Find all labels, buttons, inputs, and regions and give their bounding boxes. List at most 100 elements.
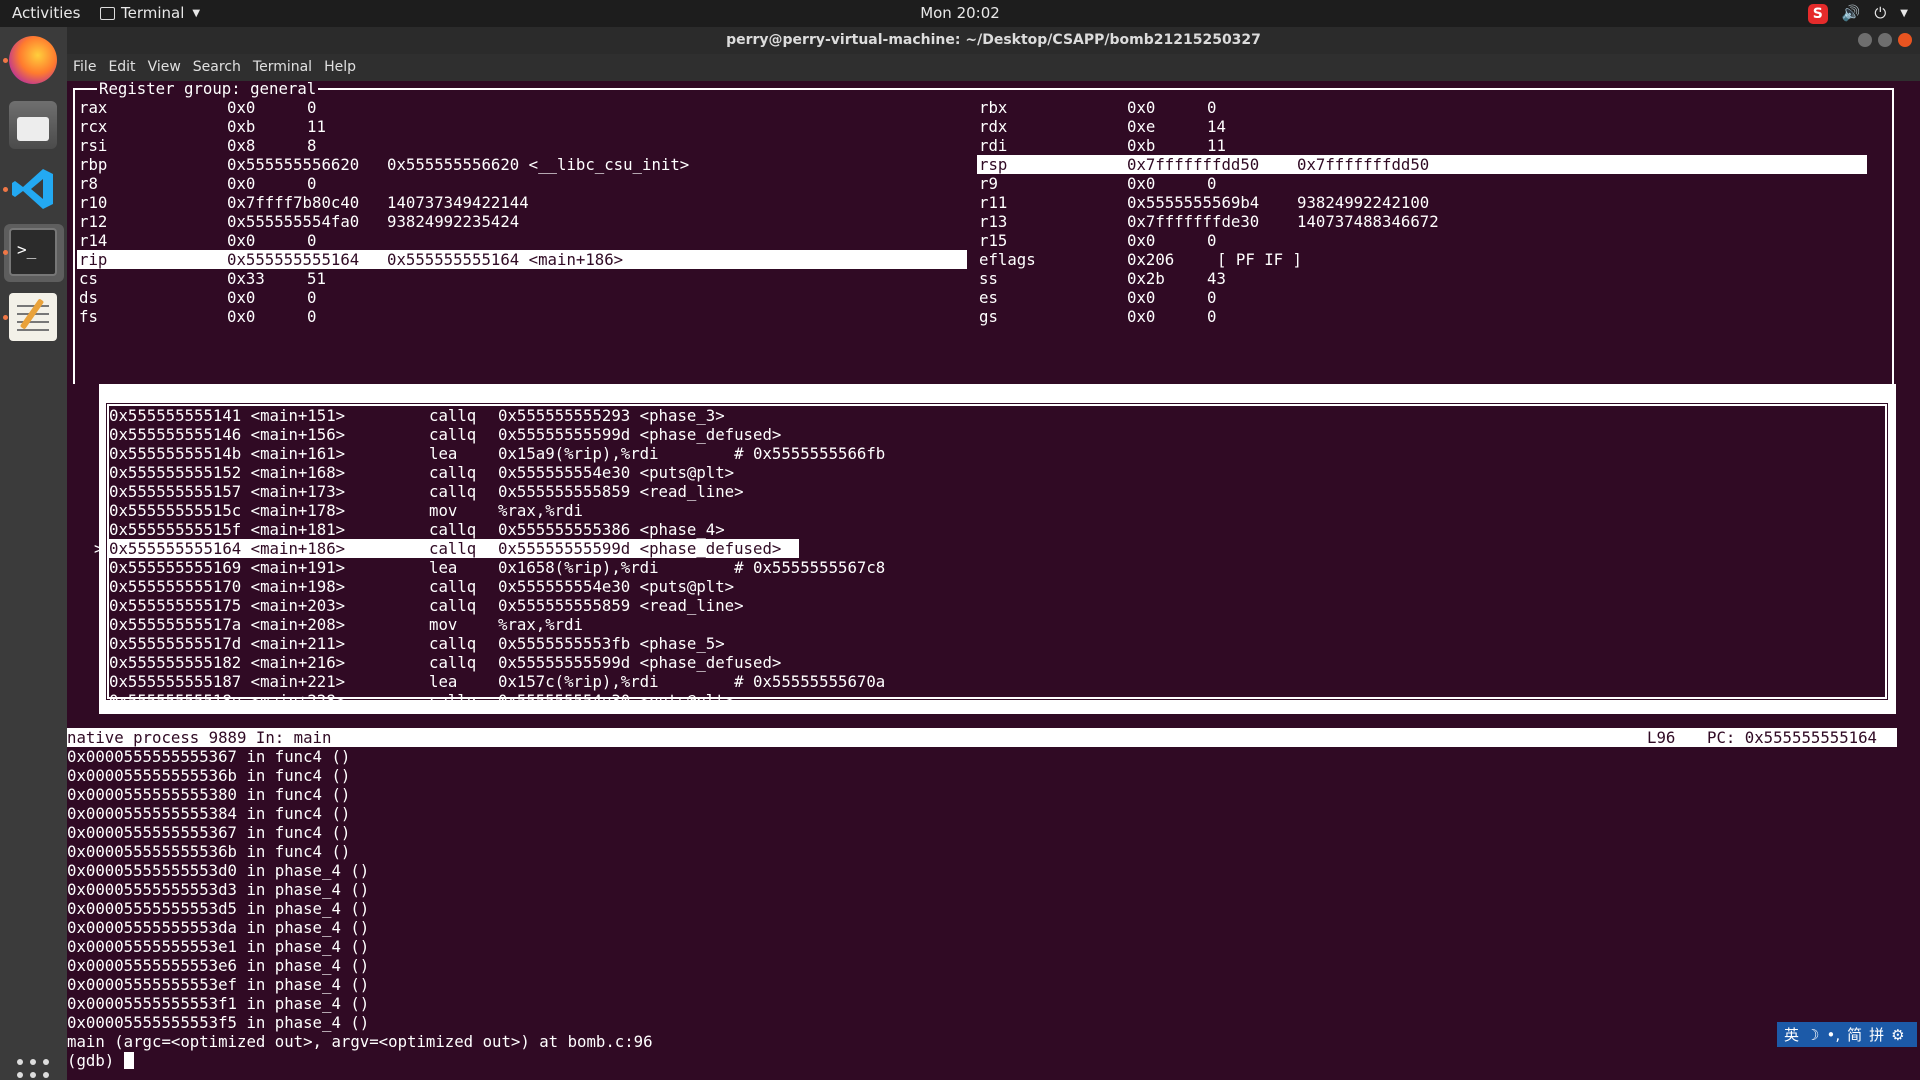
register-name: rdx: [979, 117, 1008, 136]
asm-op: callq: [429, 406, 477, 425]
asm-op: mov: [429, 501, 458, 520]
menu-terminal[interactable]: Terminal: [253, 54, 312, 81]
files-icon[interactable]: [9, 101, 57, 149]
register-hex: 0xb: [1127, 136, 1156, 155]
ime-toolbar[interactable]: 英 ☽ •, 简 拼 ⚙: [1777, 1022, 1917, 1047]
chevron-down-icon[interactable]: ▼: [1900, 0, 1908, 27]
register-name: r8: [79, 174, 98, 193]
register-val: 0: [1207, 231, 1217, 250]
console-line: main (argc=<optimized out>, argv=<optimi…: [67, 1032, 653, 1051]
ime-punct-icon[interactable]: •,: [1826, 1026, 1840, 1044]
console-line: 0x0000555555555384 in func4 (): [67, 804, 351, 823]
asm-line: 0x55555555517d <main+211> callq 0x55555555…: [107, 634, 1877, 653]
close-button[interactable]: [1898, 33, 1912, 47]
register-row-rsp: rsp 0x7fffffffdd50 0x7fffffffdd50: [977, 155, 1867, 174]
register-row-r15: r15 0x0 0: [977, 231, 1867, 250]
register-name: rip: [79, 250, 108, 269]
register-row-ds: ds 0x0 0: [77, 288, 967, 307]
console-line: 0x00005555555553d0 in phase_4 (): [67, 861, 370, 880]
register-row-gs: gs 0x0 0: [977, 307, 1867, 326]
register-name: rbp: [79, 155, 108, 174]
activities-button[interactable]: Activities: [12, 0, 80, 27]
register-hex: 0x0: [1127, 307, 1156, 326]
clock[interactable]: Mon 20:02: [920, 4, 1000, 22]
asm-args: 0x555555555293 <phase_3>: [498, 406, 725, 425]
register-row-rip: rip 0x555555555164 0x555555555164 <main+18…: [77, 250, 967, 269]
register-hex: 0x0: [1127, 98, 1156, 117]
running-indicator: [3, 187, 8, 192]
vscode-icon[interactable]: [9, 165, 57, 213]
console-line: 0x00005555555553f1 in phase_4 (): [67, 994, 370, 1013]
register-val: 11: [307, 117, 326, 136]
asm-line: 0x555555555175 <main+203> callq 0x55555555…: [107, 596, 1877, 615]
terminal-mini-icon: [100, 7, 115, 20]
ime-pinyin[interactable]: 拼: [1869, 1024, 1884, 1045]
menu-view[interactable]: View: [148, 54, 181, 81]
asm-addr: 0x555555555169 <main+191>: [109, 558, 346, 577]
asm-op: callq: [429, 691, 477, 710]
asm-op: lea: [429, 558, 458, 577]
register-row-es: es 0x0 0: [977, 288, 1867, 307]
menu-edit[interactable]: Edit: [108, 54, 135, 81]
console-line: 0x0000555555555367 in func4 (): [67, 823, 351, 842]
register-name: r11: [979, 193, 1008, 212]
volume-icon[interactable]: 🔊: [1842, 0, 1861, 27]
minimize-button[interactable]: [1858, 33, 1872, 47]
terminal-icon[interactable]: >_: [9, 228, 57, 276]
asm-args: 0x55555555599d <phase_defused>: [498, 653, 782, 672]
register-row-r13: r13 0x7fffffffde30 140737488346672: [977, 212, 1867, 231]
register-hex: 0x0: [1127, 174, 1156, 193]
register-name: r12: [79, 212, 108, 231]
console-line: 0x0000555555555380 in func4 (): [67, 785, 351, 804]
maximize-button[interactable]: [1878, 33, 1892, 47]
asm-args: 0x555555555386 <phase_4>: [498, 520, 725, 539]
ime-moon-icon[interactable]: ☽: [1806, 1026, 1819, 1044]
asm-op: callq: [429, 539, 477, 558]
asm-addr: 0x55555555515c <main+178>: [109, 501, 346, 520]
asm-addr: 0x555555555187 <main+221>: [109, 672, 346, 691]
register-val: 140737349422144: [387, 193, 529, 212]
show-applications-icon[interactable]: [17, 1059, 49, 1080]
console-line: 0x00005555555553e1 in phase_4 (): [67, 937, 370, 956]
asm-line: 0x555555555187 <main+221> lea 0x157c(%rip)…: [107, 672, 1877, 691]
chevron-down-icon: ▼: [192, 8, 201, 19]
ime-simplified[interactable]: 简: [1847, 1024, 1862, 1045]
text-editor-icon[interactable]: [9, 293, 57, 341]
asm-line: 0x55555555515f <main+181> callq 0x55555555…: [107, 520, 1877, 539]
asm-op: callq: [429, 482, 477, 501]
asm-args: 0x555555555859 <read_line>: [498, 482, 744, 501]
asm-op: callq: [429, 577, 477, 596]
asm-args: 0x555555555859 <read_line>: [498, 596, 744, 615]
register-val: 0: [307, 231, 317, 250]
register-hex: 0x0: [227, 231, 256, 250]
firefox-icon[interactable]: [9, 36, 57, 84]
menu-search[interactable]: Search: [193, 54, 241, 81]
menu-help[interactable]: Help: [324, 54, 356, 81]
power-icon[interactable]: ⏻: [1874, 0, 1886, 27]
register-row-r12: r12 0x555555554fa0 93824992235424: [77, 212, 967, 231]
register-hex: 0x555555555164: [227, 250, 360, 269]
system-tray[interactable]: S 🔊 ⏻ ▼: [1807, 0, 1908, 27]
sogou-input-icon[interactable]: S: [1807, 3, 1828, 24]
register-hex: 0x0: [227, 174, 256, 193]
window-titlebar[interactable]: perry@perry-virtual-machine: ~/Desktop/C…: [67, 27, 1920, 54]
register-row-rcx: rcx 0xb 11: [77, 117, 967, 136]
register-val: 0: [1207, 288, 1217, 307]
asm-line: 0x55555555514b <main+161> lea 0x15a9(%rip)…: [107, 444, 1877, 463]
asm-line: 0x55555555518e <main+228> callq 0x55555555…: [107, 691, 1877, 710]
register-hex: 0x0: [1127, 288, 1156, 307]
gdb-prompt-line[interactable]: (gdb): [67, 1051, 134, 1070]
ime-settings-icon[interactable]: ⚙: [1891, 1026, 1904, 1044]
register-hex: 0x2b: [1127, 269, 1165, 288]
asm-addr: 0x555555555157 <main+173>: [109, 482, 346, 501]
asm-op: callq: [429, 596, 477, 615]
ime-lang[interactable]: 英: [1784, 1024, 1799, 1045]
app-menu[interactable]: Terminal ▼: [100, 0, 200, 27]
register-val: 0x7fffffffdd50: [1297, 155, 1430, 174]
terminal-area[interactable]: Register group: general rax 0x0 0 rcx 0xb 11 r…: [67, 81, 1920, 1080]
register-hex: 0x0: [1127, 231, 1156, 250]
asm-line: 0x555555555157 <main+173> callq 0x55555555…: [107, 482, 1877, 501]
menu-file[interactable]: File: [73, 54, 96, 81]
register-hex: 0x33: [227, 269, 265, 288]
status-process: native process 9889 In: main: [67, 728, 332, 747]
